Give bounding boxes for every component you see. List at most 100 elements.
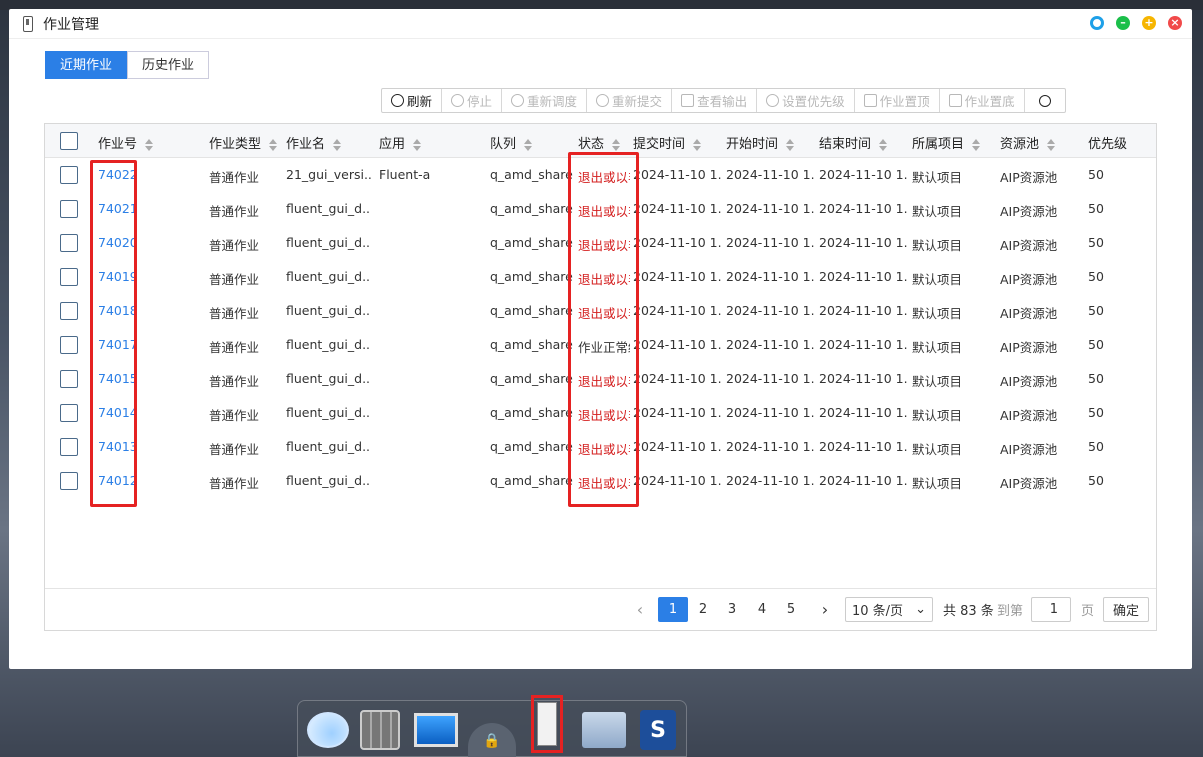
search-icon <box>1038 94 1051 107</box>
cell-project: 默认项目 <box>912 476 963 491</box>
app-icon <box>23 15 33 32</box>
col-header-job-name[interactable]: 作业名 <box>286 133 342 152</box>
reschedule-button[interactable]: 重新调度 <box>502 89 588 112</box>
row-checkbox[interactable] <box>60 268 78 286</box>
highlight-box-status <box>568 152 639 507</box>
cell-start-time: 2024-11-10 1... <box>726 371 814 386</box>
page-1[interactable]: 1 <box>658 597 688 622</box>
goto-page-input[interactable]: 1 <box>1031 597 1071 622</box>
dock-files-icon[interactable] <box>580 706 628 754</box>
cell-priority: 50 <box>1088 405 1104 420</box>
sort-icon <box>786 138 795 151</box>
total-count: 共 83 条 <box>943 604 994 619</box>
cell-project: 默认项目 <box>912 408 963 423</box>
sort-icon <box>413 138 422 151</box>
output-icon <box>681 94 695 107</box>
search-button[interactable] <box>1025 89 1065 112</box>
page-3[interactable]: 3 <box>717 597 747 622</box>
row-checkbox[interactable] <box>60 234 78 252</box>
window-title: 作业管理 <box>43 16 99 33</box>
cell-resource-pool: AIP资源池 <box>1000 204 1058 219</box>
cell-job-name: fluent_gui_d... <box>286 303 371 318</box>
col-header-submit-time[interactable]: 提交时间 <box>633 133 702 152</box>
cell-job-type: 普通作业 <box>209 170 260 185</box>
row-checkbox[interactable] <box>60 166 78 184</box>
cell-job-type: 普通作业 <box>209 476 260 491</box>
col-header-job-type[interactable]: 作业类型 <box>209 133 278 152</box>
cell-job-type: 普通作业 <box>209 204 260 219</box>
tab-history-jobs[interactable]: 历史作业 <box>127 51 210 79</box>
minimize-icon[interactable]: – <box>1116 16 1130 30</box>
cell-job-type: 普通作业 <box>209 442 260 457</box>
cell-submit-time: 2024-11-10 1... <box>633 167 721 182</box>
col-header-app[interactable]: 应用 <box>379 133 422 152</box>
cell-job-type: 普通作业 <box>209 408 260 423</box>
cell-submit-time: 2024-11-10 1... <box>633 337 721 352</box>
page-5[interactable]: 5 <box>776 597 806 622</box>
cell-submit-time: 2024-11-10 1... <box>633 235 721 250</box>
cell-job-type: 普通作业 <box>209 272 260 287</box>
row-checkbox[interactable] <box>60 302 78 320</box>
select-all-checkbox[interactable] <box>60 132 78 150</box>
title-bar[interactable]: 作业管理 – + × <box>9 9 1192 39</box>
page-2[interactable]: 2 <box>688 597 718 622</box>
cell-start-time: 2024-11-10 1... <box>726 235 814 250</box>
sort-icon <box>972 138 981 151</box>
pin-bottom-button[interactable]: 作业置底 <box>940 89 1025 112</box>
view-output-button[interactable]: 查看输出 <box>672 89 758 112</box>
cell-queue: q_amd_share <box>490 405 573 420</box>
goto-confirm-button[interactable]: 确定 <box>1103 597 1149 622</box>
maximize-icon[interactable]: + <box>1142 16 1156 30</box>
col-header-start-time[interactable]: 开始时间 <box>726 133 795 152</box>
row-checkbox[interactable] <box>60 404 78 422</box>
tab-bar: 近期作业 历史作业 <box>45 51 210 79</box>
resubmit-icon <box>596 94 610 107</box>
col-header-queue[interactable]: 队列 <box>490 133 533 152</box>
cell-end-time: 2024-11-10 1... <box>819 405 907 420</box>
dock-browser-icon[interactable] <box>304 706 352 754</box>
pin-window-icon[interactable] <box>1090 16 1104 30</box>
stop-button[interactable]: 停止 <box>442 89 503 112</box>
next-page-icon[interactable]: › <box>815 597 835 622</box>
row-checkbox[interactable] <box>60 472 78 490</box>
row-checkbox[interactable] <box>60 200 78 218</box>
close-icon[interactable]: × <box>1168 16 1182 30</box>
page-4[interactable]: 4 <box>747 597 777 622</box>
col-header-job-id[interactable]: 作业号 <box>98 133 154 152</box>
cell-queue: q_amd_share <box>490 303 573 318</box>
dock-s-app-icon[interactable]: S <box>634 706 682 754</box>
cell-resource-pool: AIP资源池 <box>1000 238 1058 253</box>
set-priority-button[interactable]: 设置优先级 <box>757 89 855 112</box>
cell-end-time: 2024-11-10 1... <box>819 201 907 216</box>
cell-submit-time: 2024-11-10 1... <box>633 269 721 284</box>
cell-job-type: 普通作业 <box>209 374 260 389</box>
cell-end-time: 2024-11-10 1... <box>819 371 907 386</box>
col-header-end-time[interactable]: 结束时间 <box>819 133 888 152</box>
col-header-resource-pool[interactable]: 资源池 <box>1000 133 1056 152</box>
page-size-select[interactable]: 10 条/页 ⌄ <box>845 597 933 622</box>
refresh-button[interactable]: 刷新 <box>382 89 443 112</box>
cell-job-type: 普通作业 <box>209 238 260 253</box>
dock-calculator-icon[interactable] <box>356 706 404 754</box>
col-header-status[interactable]: 状态 <box>578 133 621 152</box>
dock-job-manager-icon[interactable] <box>531 695 563 753</box>
pin-top-button[interactable]: 作业置顶 <box>855 89 940 112</box>
dock-monitor-icon[interactable] <box>412 706 460 754</box>
prev-page-icon[interactable]: ‹ <box>630 597 650 622</box>
chevron-down-icon: ⌄ <box>915 602 926 617</box>
row-checkbox[interactable] <box>60 370 78 388</box>
col-header-project[interactable]: 所属项目 <box>912 133 981 152</box>
toolbar: 刷新 停止 重新调度 重新提交 查看输出 设置优先级 作业置顶 作业置底 <box>381 88 1066 113</box>
dock-lock-icon[interactable]: 🔒 <box>468 723 516 757</box>
row-checkbox[interactable] <box>60 438 78 456</box>
resubmit-button[interactable]: 重新提交 <box>587 89 673 112</box>
page-unit-label: 页 <box>1081 604 1095 619</box>
cell-submit-time: 2024-11-10 1... <box>633 371 721 386</box>
goto-label: 到第 <box>997 604 1024 619</box>
cell-project: 默认项目 <box>912 442 963 457</box>
row-checkbox[interactable] <box>60 336 78 354</box>
tab-recent-jobs[interactable]: 近期作业 <box>45 51 128 79</box>
cell-priority: 50 <box>1088 371 1104 386</box>
col-header-priority[interactable]: 优先级 <box>1088 133 1127 152</box>
cell-start-time: 2024-11-10 1... <box>726 337 814 352</box>
